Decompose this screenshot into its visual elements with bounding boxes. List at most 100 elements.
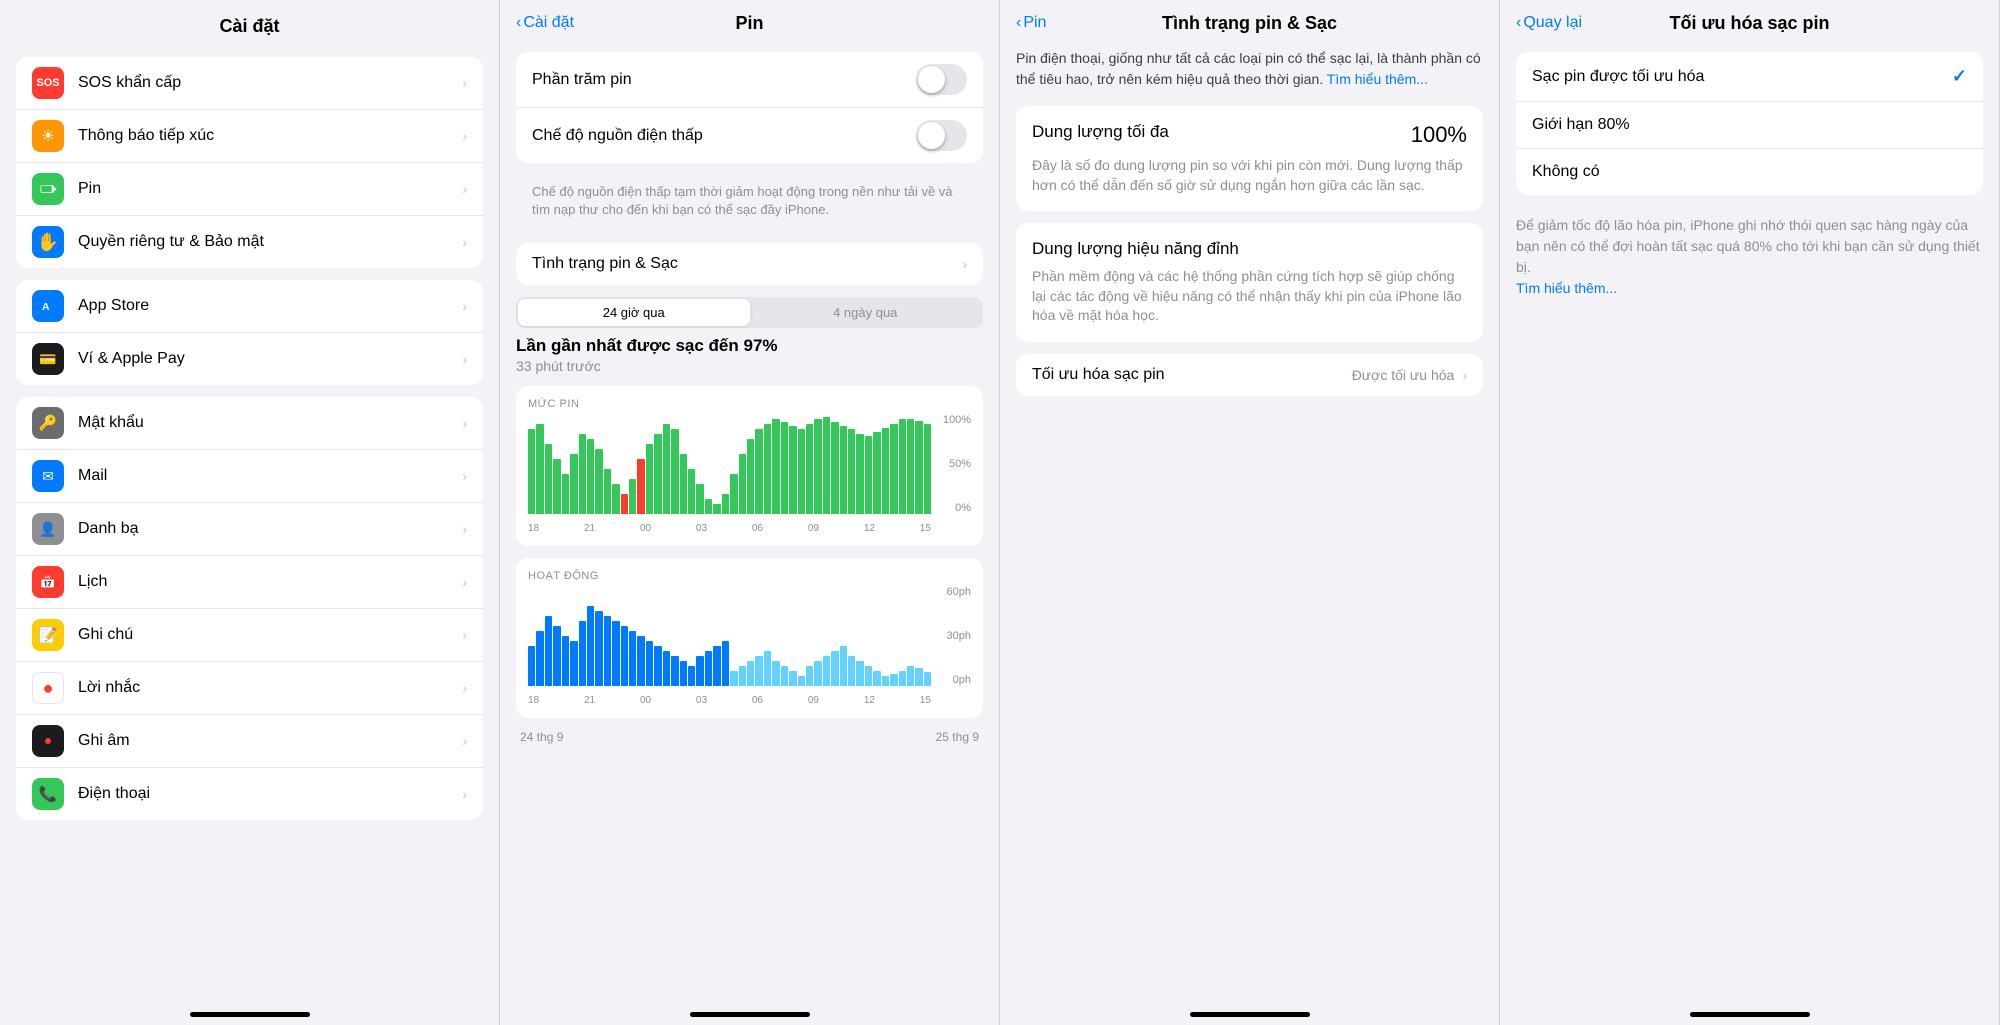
optimize-desc-link[interactable]: Tìm hiểu thêm...	[1516, 280, 1617, 296]
battery-bar-14	[646, 444, 653, 514]
sidebar-item-voicememo[interactable]: Ghi âm ›	[16, 715, 483, 768]
activity-x-labels: 1821000306091215	[528, 695, 931, 706]
back-label: Cài đặt	[523, 14, 574, 32]
back-to-battery-button[interactable]: ‹ Pin	[1016, 14, 1046, 32]
optimize-nav-label: Tối ưu hóa sạc pin	[1032, 366, 1352, 384]
battery-bar-1	[536, 424, 543, 514]
chevron-icon: ›	[1462, 367, 1467, 383]
contacts-label: Danh bạ	[78, 520, 462, 538]
sidebar-item-contact[interactable]: ☀ Thông báo tiếp xúc ›	[16, 110, 483, 163]
back-to-status-button[interactable]: ‹ Quay lại	[1516, 14, 1582, 32]
optimize-desc-text: Để giảm tốc độ lão hóa pin, iPhone ghi n…	[1516, 217, 1980, 275]
battery-status-nav[interactable]: Tình trạng pin & Sạc ›	[516, 243, 983, 285]
back-to-settings-button[interactable]: ‹ Cài đặt	[516, 14, 574, 32]
chevron-icon: ›	[462, 468, 467, 484]
sidebar-item-appstore[interactable]: A App Store ›	[16, 280, 483, 333]
sidebar-item-password[interactable]: 🔑 Mật khẩu ›	[16, 397, 483, 450]
sidebar-item-wallet[interactable]: 💳 Ví & Apple Pay ›	[16, 333, 483, 385]
battery-status-panel: ‹ Pin Tình trạng pin & Sạc Pin điện thoạ…	[1000, 0, 1500, 1025]
chevron-icon: ›	[462, 574, 467, 590]
battery-bar-15	[654, 434, 661, 514]
battery-chart-area: 100% 50% 0% 1821000306091215	[528, 414, 971, 534]
battery-bar-22	[713, 504, 720, 514]
option-limit80[interactable]: Giới hạn 80%	[1516, 102, 1983, 149]
lowpower-toggle-thumb	[918, 122, 945, 149]
sidebar-item-sos[interactable]: SOS SOS khẩn cấp ›	[16, 57, 483, 110]
activity-bar-18	[680, 661, 687, 686]
calendar-icon: 📅	[32, 566, 64, 598]
settings-section-1: SOS SOS khẩn cấp › ☀ Thông báo tiếp xúc …	[16, 57, 483, 268]
appstore-icon: A	[32, 290, 64, 322]
settings-panel: Cài đặt SOS SOS khẩn cấp › ☀ Thông báo t…	[0, 0, 500, 1025]
optimize-content: Sạc pin được tối ưu hóa ✓ Giới hạn 80% K…	[1500, 40, 1999, 1004]
reminders-icon: ●	[32, 672, 64, 704]
wallet-label: Ví & Apple Pay	[78, 350, 462, 368]
optimize-description: Để giảm tốc độ lão hóa pin, iPhone ghi n…	[1516, 207, 1983, 307]
sidebar-item-privacy[interactable]: ✋ Quyền riêng tư & Bảo mật ›	[16, 216, 483, 268]
battery-bar-31	[789, 426, 796, 514]
charge-info: Lần gần nhất được sạc đến 97% 33 phút tr…	[516, 336, 983, 374]
option-optimized[interactable]: Sạc pin được tối ưu hóa ✓	[1516, 52, 1983, 102]
notes-label: Ghi chú	[78, 626, 462, 644]
chevron-icon: ›	[462, 680, 467, 696]
sidebar-item-phone[interactable]: 📞 Điện thoại ›	[16, 768, 483, 820]
sidebar-item-reminders[interactable]: ● Lời nhắc ›	[16, 662, 483, 715]
battery-bar-13	[637, 459, 644, 514]
battery-content: Phần trăm pin Chế độ nguồn điện thấp Chế…	[500, 40, 999, 1004]
chevron-icon: ›	[462, 415, 467, 431]
sidebar-item-battery[interactable]: Pin ›	[16, 163, 483, 216]
home-indicator	[190, 1012, 310, 1017]
optimize-nav-value: Được tối ưu hóa	[1352, 367, 1455, 383]
battery-chart-label: MỨC PIN	[528, 398, 971, 410]
sidebar-item-mail[interactable]: ✉ Mail ›	[16, 450, 483, 503]
battery-bar-19	[688, 469, 695, 514]
password-icon: 🔑	[32, 407, 64, 439]
back-chevron-icon: ‹	[516, 14, 521, 32]
y-label-50: 50%	[936, 458, 971, 470]
optimize-title: Tối ưu hóa sạc pin	[1669, 13, 1829, 34]
back-chevron-icon: ‹	[1516, 14, 1521, 32]
sidebar-item-contacts[interactable]: 👤 Danh bạ ›	[16, 503, 483, 556]
activity-bars	[528, 586, 931, 686]
chevron-icon: ›	[462, 234, 467, 250]
battery-bar-25	[739, 454, 746, 514]
percent-toggle[interactable]	[916, 64, 967, 95]
lowpower-desc: Chế độ nguồn điện thấp tạm thời giảm hoạ…	[516, 175, 983, 231]
peak-performance-header: Dung lượng hiệu năng đỉnh	[1032, 239, 1467, 259]
battery-bar-6	[579, 434, 586, 514]
tab-4d[interactable]: 4 ngày qua	[750, 299, 982, 326]
optimize-nav[interactable]: Tối ưu hóa sạc pin Được tối ưu hóa ›	[1016, 354, 1483, 396]
activity-bar-26	[747, 661, 754, 686]
back-label: Pin	[1023, 14, 1046, 32]
percent-label: Phần trăm pin	[532, 71, 916, 89]
battery-bar-43	[890, 424, 897, 514]
battery-label: Pin	[78, 180, 462, 198]
activity-bar-43	[890, 674, 897, 686]
peak-performance-desc: Phần mềm động và các hệ thống phần cứng …	[1032, 267, 1467, 326]
option-none-label: Không có	[1532, 163, 1967, 181]
lowpower-toggle[interactable]	[916, 120, 967, 151]
password-label: Mật khẩu	[78, 414, 462, 432]
battery-bar-33	[806, 424, 813, 514]
intro-link[interactable]: Tìm hiểu thêm...	[1327, 71, 1428, 87]
activity-bar-6	[579, 621, 586, 686]
y-label-0ph: 0ph	[936, 674, 971, 686]
battery-bar-10	[612, 484, 619, 514]
max-capacity-card: Dung lượng tối đa 100% Đây là số đo dung…	[1016, 106, 1483, 211]
activity-bar-14	[646, 641, 653, 686]
activity-bar-10	[612, 621, 619, 686]
option-none[interactable]: Không có	[1516, 149, 1983, 195]
home-indicator	[690, 1012, 810, 1017]
chevron-icon: ›	[462, 351, 467, 367]
activity-bar-46	[915, 668, 922, 686]
chevron-icon: ›	[462, 298, 467, 314]
lowpower-label: Chế độ nguồn điện thấp	[532, 127, 916, 145]
sidebar-item-calendar[interactable]: 📅 Lịch ›	[16, 556, 483, 609]
tab-24h[interactable]: 24 giờ qua	[518, 299, 750, 326]
chevron-icon: ›	[962, 256, 967, 272]
chevron-icon: ›	[462, 521, 467, 537]
privacy-label: Quyền riêng tư & Bảo mật	[78, 233, 462, 251]
sidebar-item-notes[interactable]: 📝 Ghi chú ›	[16, 609, 483, 662]
contact-icon: ☀	[32, 120, 64, 152]
battery-bar-23	[722, 494, 729, 514]
